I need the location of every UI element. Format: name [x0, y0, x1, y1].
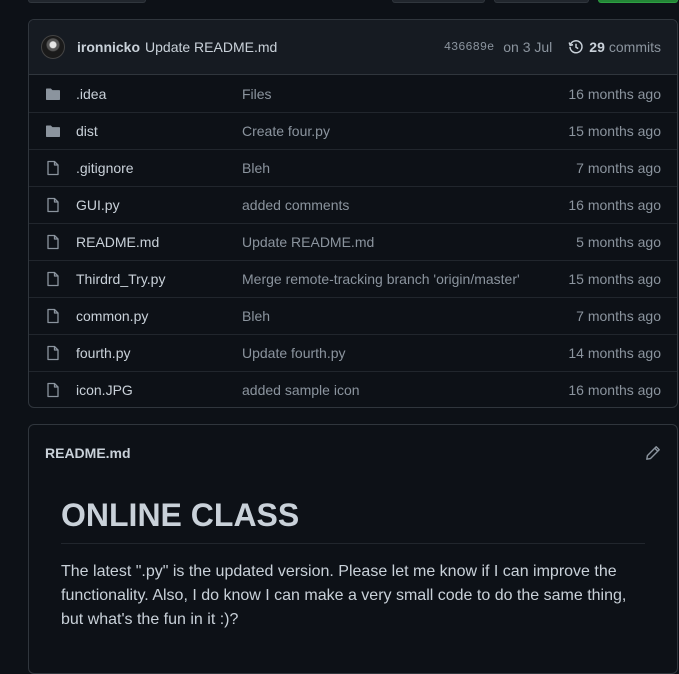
file-icon [45, 271, 61, 287]
readme-filename[interactable]: README.md [45, 445, 131, 461]
top-button-stub[interactable] [494, 0, 589, 3]
history-icon [568, 40, 584, 54]
commit-sha[interactable]: 436689e [444, 40, 494, 54]
code-button-stub[interactable] [598, 0, 678, 3]
latest-commit-bar: ironnicko Update README.md 436689e on 3 … [29, 20, 677, 75]
file-row[interactable]: .gitignore Bleh 7 months ago [29, 149, 677, 186]
edit-readme-button[interactable] [645, 445, 661, 461]
pencil-icon [646, 445, 660, 460]
file-commit-age: 14 months ago [568, 345, 661, 361]
file-row[interactable]: GUI.py added comments 16 months ago [29, 186, 677, 223]
file-commit-message-link[interactable]: Create four.py [242, 123, 568, 139]
file-commit-age: 7 months ago [576, 308, 661, 324]
file-name-link[interactable]: README.md [76, 234, 242, 250]
commit-date: on 3 Jul [503, 39, 553, 55]
file-name-link[interactable]: common.py [76, 308, 242, 324]
file-row[interactable]: README.md Update README.md 5 months ago [29, 223, 677, 260]
file-name-link[interactable]: dist [76, 123, 242, 139]
file-commit-message-link[interactable]: Update README.md [242, 234, 576, 250]
file-commit-message-link[interactable]: Bleh [242, 160, 576, 176]
avatar[interactable] [41, 35, 65, 59]
readme-heading: ONLINE CLASS [61, 495, 645, 544]
file-icon [45, 345, 61, 361]
file-icon [45, 197, 61, 213]
file-commit-message-link[interactable]: Files [242, 86, 568, 102]
file-icon [45, 160, 61, 176]
file-row[interactable]: Thirdrd_Try.py Merge remote-tracking bran… [29, 260, 677, 297]
readme-content: ONLINE CLASS The latest ".py" is the upd… [29, 480, 677, 632]
file-commit-message-link[interactable]: Update fourth.py [242, 345, 568, 361]
file-commit-age: 16 months ago [568, 197, 661, 213]
file-commit-age: 15 months ago [568, 271, 661, 287]
top-button-stub[interactable] [28, 0, 146, 3]
file-row[interactable]: icon.JPG added sample icon 16 months ago [29, 371, 677, 407]
commit-message[interactable]: Update README.md [145, 39, 277, 55]
file-icon [45, 234, 61, 250]
file-icon [45, 308, 61, 324]
file-commit-message-link[interactable]: added sample icon [242, 382, 568, 398]
file-icon [45, 382, 61, 398]
file-commit-message-link[interactable]: added comments [242, 197, 568, 213]
file-name-link[interactable]: .gitignore [76, 160, 242, 176]
file-name-link[interactable]: GUI.py [76, 197, 242, 213]
file-commit-age: 16 months ago [568, 85, 661, 102]
file-commit-age: 7 months ago [576, 160, 661, 176]
file-row[interactable]: .idea Files 16 months ago [29, 75, 677, 112]
file-name-link[interactable]: fourth.py [76, 345, 242, 361]
file-name-link[interactable]: Thirdrd_Try.py [76, 271, 242, 287]
file-name-link[interactable]: .idea [76, 86, 242, 102]
readme-header: README.md [29, 425, 677, 480]
commit-author[interactable]: ironnicko [77, 39, 140, 55]
folder-icon [45, 123, 61, 139]
file-browser: ironnicko Update README.md 436689e on 3 … [28, 19, 678, 408]
file-row[interactable]: fourth.py Update fourth.py 14 months ago [29, 334, 677, 371]
file-commit-message-link[interactable]: Bleh [242, 308, 576, 324]
file-commit-message-link[interactable]: Merge remote-tracking branch 'origin/mas… [242, 271, 568, 287]
file-list: .idea Files 16 months ago dist Create four.p… [29, 75, 677, 407]
file-row[interactable]: dist Create four.py 15 months ago [29, 112, 677, 149]
commits-label: commits [608, 39, 661, 55]
readme-paragraph: The latest ".py" is the updated version.… [61, 563, 627, 628]
top-button-stub[interactable] [392, 0, 485, 3]
folder-icon [45, 86, 61, 102]
commit-history-link[interactable]: 29 commits [568, 39, 661, 55]
file-row[interactable]: common.py Bleh 7 months ago [29, 297, 677, 334]
commit-count: 29 [589, 39, 605, 55]
file-commit-age: 5 months ago [576, 234, 661, 250]
file-commit-age: 15 months ago [568, 123, 661, 139]
file-commit-age: 16 months ago [568, 382, 661, 398]
readme-panel: README.md ONLINE CLASS The latest ".py" … [28, 424, 678, 674]
file-name-link[interactable]: icon.JPG [76, 382, 242, 398]
